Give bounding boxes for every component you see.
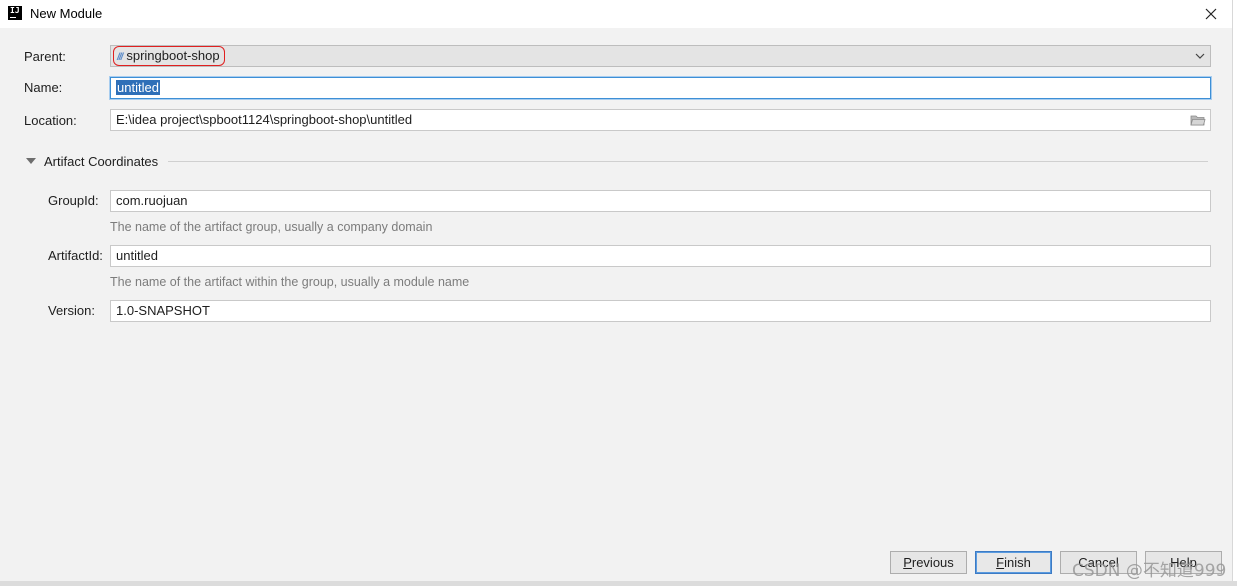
section-divider: [168, 161, 1208, 162]
module-icon: ///: [117, 52, 123, 63]
version-label: Version:: [48, 303, 95, 318]
close-icon: [1205, 8, 1217, 20]
parent-selection-annotation: ///springboot-shop: [113, 46, 225, 66]
name-value: untitled: [116, 80, 160, 95]
groupid-hint: The name of the artifact group, usually …: [110, 220, 433, 234]
name-input[interactable]: untitled: [110, 77, 1211, 99]
parent-label: Parent:: [24, 49, 66, 64]
version-input[interactable]: 1.0-SNAPSHOT: [110, 300, 1211, 322]
name-label: Name:: [24, 80, 63, 95]
csdn-watermark: CSDN @不知道999: [1072, 561, 1227, 581]
artifactid-hint: The name of the artifact within the grou…: [110, 275, 470, 289]
finish-button[interactable]: Finish: [975, 551, 1052, 574]
groupid-value: com.ruojuan: [116, 193, 188, 208]
window-title: New Module: [30, 6, 103, 21]
chevron-down-icon: [1195, 53, 1205, 59]
artifactid-input[interactable]: untitled: [110, 245, 1211, 267]
background-window-edge: [1232, 0, 1237, 586]
groupid-input[interactable]: com.ruojuan: [110, 190, 1211, 212]
version-value: 1.0-SNAPSHOT: [116, 303, 210, 318]
parent-value: springboot-shop: [126, 48, 220, 63]
location-value: E:\idea project\spboot1124\springboot-sh…: [116, 112, 413, 127]
artifactid-value: untitled: [116, 248, 158, 263]
groupid-label: GroupId:: [48, 193, 99, 208]
close-button[interactable]: [1200, 3, 1222, 25]
artifactid-label: ArtifactId:: [48, 248, 103, 263]
folder-icon[interactable]: [1190, 113, 1206, 127]
collapse-triangle-icon: [26, 158, 36, 164]
intellij-app-icon: IJ: [8, 6, 22, 20]
parent-combobox[interactable]: ///springboot-shop: [110, 45, 1211, 67]
background-taskbar-edge: [0, 581, 1237, 586]
location-label: Location:: [24, 113, 77, 128]
artifact-coordinates-title: Artifact Coordinates: [44, 154, 159, 169]
location-input[interactable]: E:\idea project\spboot1124\springboot-sh…: [110, 109, 1211, 131]
title-bar: IJ New Module: [0, 0, 1237, 28]
previous-button[interactable]: Previous: [890, 551, 967, 574]
